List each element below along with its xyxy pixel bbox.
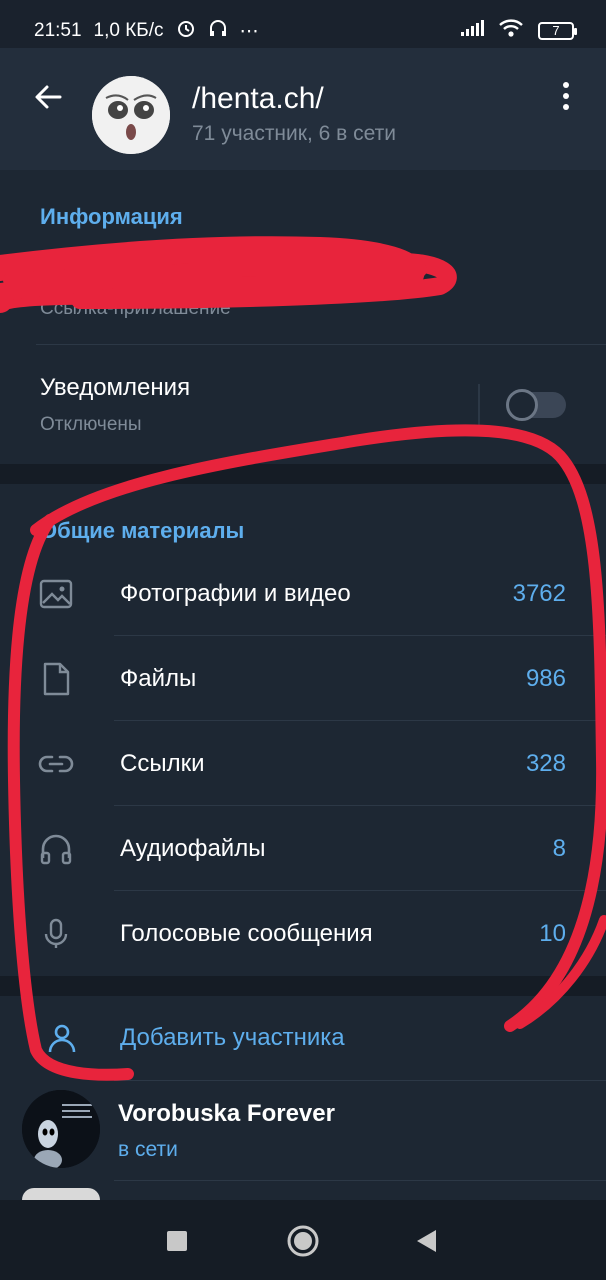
menu-dot [563, 82, 569, 88]
section-gap [0, 464, 606, 484]
media-label: Файлы [120, 665, 197, 692]
clock: 21:51 [34, 20, 82, 41]
media-count: 8 [552, 835, 566, 862]
divider [114, 1080, 606, 1081]
home-button[interactable] [286, 1224, 320, 1258]
headphones-status-icon [208, 18, 228, 44]
shared-media-section: Общие материалы [0, 484, 606, 976]
more-menu-button[interactable] [556, 80, 576, 120]
headphones-icon [40, 834, 72, 865]
member-status: в сети [118, 1138, 178, 1161]
notifications-value: Отключены [40, 414, 142, 435]
divider [114, 805, 606, 806]
member-avatar [22, 1090, 100, 1168]
network-speed: 1,0 КБ/с [93, 20, 164, 41]
anime-face-icon [92, 76, 170, 154]
divider [114, 1180, 606, 1181]
toggle-separator [478, 384, 480, 426]
divider [114, 635, 606, 636]
menu-dot [563, 93, 569, 99]
section-gap [0, 976, 606, 996]
signal-icon [460, 19, 484, 43]
media-count: 10 [539, 920, 566, 947]
chat-header: /henta.ch/ 71 участник, 6 в сети [0, 48, 606, 170]
invite-link-label[interactable]: Ссылка-приглашение [40, 298, 231, 320]
info-section-title: Информация [40, 204, 183, 229]
file-icon [43, 662, 70, 696]
media-count: 328 [525, 750, 566, 777]
media-label: Ссылки [120, 750, 205, 777]
notifications-label[interactable]: Уведомления [40, 374, 190, 402]
add-member-label: Добавить участника [120, 1024, 345, 1051]
media-label: Фотографии и видео [120, 580, 351, 607]
toggle-knob [506, 389, 538, 421]
chat-subtitle: 71 участник, 6 в сети [192, 122, 396, 145]
arrow-left-icon [35, 85, 62, 109]
info-section: Информация Ссылка-приглашение Уведомлени… [0, 170, 606, 464]
notifications-toggle[interactable] [506, 389, 566, 421]
divider [114, 890, 606, 891]
link-icon [38, 755, 74, 773]
microphone-icon [44, 918, 68, 948]
back-button[interactable] [28, 78, 68, 118]
member-name: Vorobuska Forever [118, 1100, 335, 1127]
shared-media-title: Общие материалы [40, 518, 245, 543]
more-status-icon: ⋯ [239, 20, 259, 42]
menu-dot [563, 104, 569, 110]
photo-icon [39, 579, 73, 609]
recents-button[interactable] [166, 1230, 188, 1252]
add-user-icon [48, 1024, 76, 1053]
back-nav-button[interactable] [414, 1228, 438, 1254]
alien-avatar-icon [22, 1090, 100, 1168]
chat-title: /henta.ch/ [192, 82, 324, 115]
group-avatar[interactable] [92, 76, 170, 154]
member-avatar-partial [22, 1188, 100, 1200]
media-count: 986 [525, 665, 566, 692]
alarm-icon [176, 18, 196, 44]
media-label: Голосовые сообщения [120, 920, 373, 947]
status-bar: 21:51 1,0 КБ/с ⋯ 7 [0, 0, 606, 48]
system-nav-bar [0, 1200, 606, 1280]
wifi-icon [498, 18, 524, 44]
media-count: 3762 [512, 580, 566, 607]
battery-icon: 7 [538, 22, 577, 40]
media-label: Аудиофайлы [120, 835, 266, 862]
divider [36, 344, 606, 345]
divider [114, 720, 606, 721]
